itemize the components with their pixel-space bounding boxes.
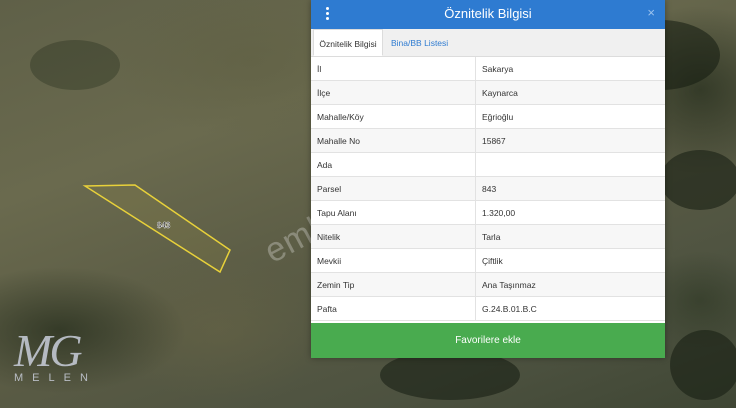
attribute-table: İl Sakarya İlçe Kaynarca Mahalle/Köy Eğrioğlu… [311, 57, 665, 321]
attribute-key: Mahalle/Köy [311, 104, 476, 129]
attribute-value: Eğrioğlu [475, 104, 665, 129]
table-row: Mahalle/Köy Eğrioğlu [311, 104, 665, 129]
attribute-value: 15867 [475, 128, 665, 153]
close-icon[interactable]: × [647, 5, 655, 20]
logo-mark: MG [14, 325, 83, 376]
table-row: Parsel 843 [311, 176, 665, 201]
attribute-key: Parsel [311, 176, 476, 201]
attribute-value: G.24.B.01.B.C [475, 296, 665, 321]
attribute-value: Ana Taşınmaz [475, 272, 665, 297]
table-row: İlçe Kaynarca [311, 80, 665, 105]
attribute-key: Tapu Alanı [311, 200, 476, 225]
attribute-value: Tarla [475, 224, 665, 249]
attribute-value: Sakarya [475, 57, 665, 81]
logo-name: MELEN [14, 372, 97, 384]
attribute-key: Mevkii [311, 248, 476, 273]
attribute-key: Mahalle No [311, 128, 476, 153]
attribute-key: Ada [311, 152, 476, 177]
tab-attribute-info[interactable]: Öznitelik Bilgisi [313, 29, 383, 56]
table-row: Tapu Alanı 1.320,00 [311, 200, 665, 225]
panel-title: Öznitelik Bilgisi [444, 6, 532, 21]
attribute-value: Çiftlik [475, 248, 665, 273]
attribute-value: 843 [475, 176, 665, 201]
attribute-value [475, 152, 665, 177]
attribute-panel: Öznitelik Bilgisi × Öznitelik Bilgisi Bi… [311, 0, 665, 358]
attribute-value: 1.320,00 [475, 200, 665, 225]
attribute-key: Pafta [311, 296, 476, 321]
tab-building-list[interactable]: Bina/BB Listesi [391, 29, 448, 56]
table-row: Mevkii Çiftlik [311, 248, 665, 273]
table-row: Mahalle No 15867 [311, 128, 665, 153]
panel-header: Öznitelik Bilgisi × [311, 0, 665, 29]
table-row: İl Sakarya [311, 57, 665, 81]
table-row: Zemin Tip Ana Taşınmaz [311, 272, 665, 297]
table-row: Ada [311, 152, 665, 177]
logo: MG MELEN [14, 325, 97, 385]
tab-bar: Öznitelik Bilgisi Bina/BB Listesi [311, 29, 665, 57]
attribute-value: Kaynarca [475, 80, 665, 105]
attribute-key: Nitelik [311, 224, 476, 249]
add-to-favorites-button[interactable]: Favorilere ekle [311, 323, 665, 358]
parcel-label: 843 [157, 221, 171, 230]
attribute-key: İl [311, 57, 476, 81]
attribute-key: İlçe [311, 80, 476, 105]
table-row: Nitelik Tarla [311, 224, 665, 249]
table-row: Pafta G.24.B.01.B.C [311, 296, 665, 321]
attribute-key: Zemin Tip [311, 272, 476, 297]
